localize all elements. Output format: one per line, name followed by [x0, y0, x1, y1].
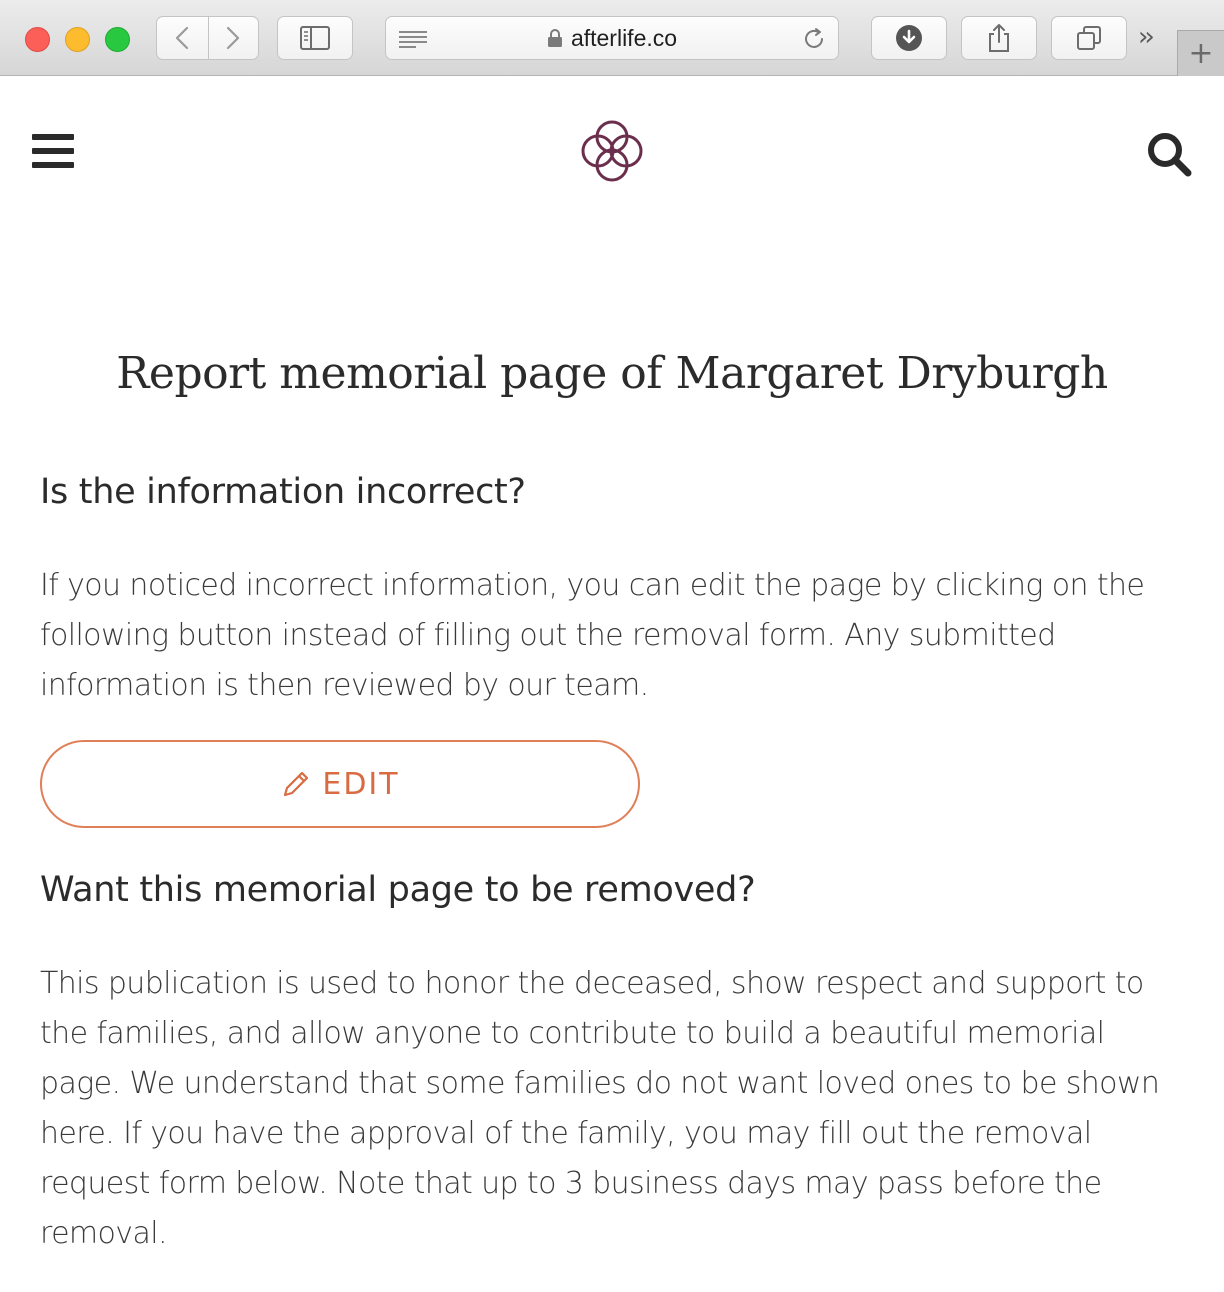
new-tab-button[interactable]: + [1177, 30, 1224, 76]
back-button[interactable] [157, 17, 208, 59]
more-icon[interactable]: ›› [1138, 22, 1155, 52]
search-icon[interactable] [1145, 130, 1193, 178]
removal-text: This publication is used to honor the de… [40, 966, 1160, 1251]
sidebar-icon [300, 26, 330, 50]
incorrect-info-text: If you noticed incorrect information, yo… [40, 568, 1145, 703]
share-button[interactable] [961, 16, 1037, 60]
download-icon [896, 25, 922, 51]
reader-icon[interactable] [398, 29, 428, 49]
lock-icon [547, 29, 562, 47]
removal-heading: Want this memorial page to be removed? [40, 870, 756, 910]
plus-icon: + [1188, 36, 1214, 71]
share-icon [989, 24, 1009, 52]
sidebar-toggle-button[interactable] [277, 16, 353, 60]
pencil-icon [284, 771, 309, 797]
page-title: Report memorial page of Margaret Dryburg… [116, 348, 1108, 399]
address-bar[interactable]: afterlife.co [385, 16, 839, 60]
incorrect-info-heading: Is the information incorrect? [40, 472, 526, 512]
hamburger-menu-icon[interactable] [32, 134, 74, 170]
forward-button[interactable] [207, 17, 259, 59]
afterlife-logo[interactable] [579, 118, 645, 184]
downloads-button[interactable] [871, 16, 947, 60]
chevron-left-icon [176, 26, 189, 50]
close-window-button[interactable] [25, 27, 50, 52]
reload-icon[interactable] [802, 27, 826, 51]
edit-button[interactable]: EDIT [40, 740, 640, 828]
back-forward-group [156, 16, 259, 60]
url-text: afterlife.co [570, 24, 678, 51]
url-display: afterlife.co [547, 25, 677, 52]
minimize-window-button[interactable] [65, 27, 90, 52]
zoom-window-button[interactable] [105, 27, 130, 52]
edit-button-label: EDIT [322, 766, 400, 802]
tabs-icon [1077, 26, 1101, 50]
chevron-right-icon [227, 26, 240, 50]
show-tabs-button[interactable] [1051, 16, 1127, 60]
browser-toolbar: afterlife.co ›› + [0, 0, 1224, 76]
